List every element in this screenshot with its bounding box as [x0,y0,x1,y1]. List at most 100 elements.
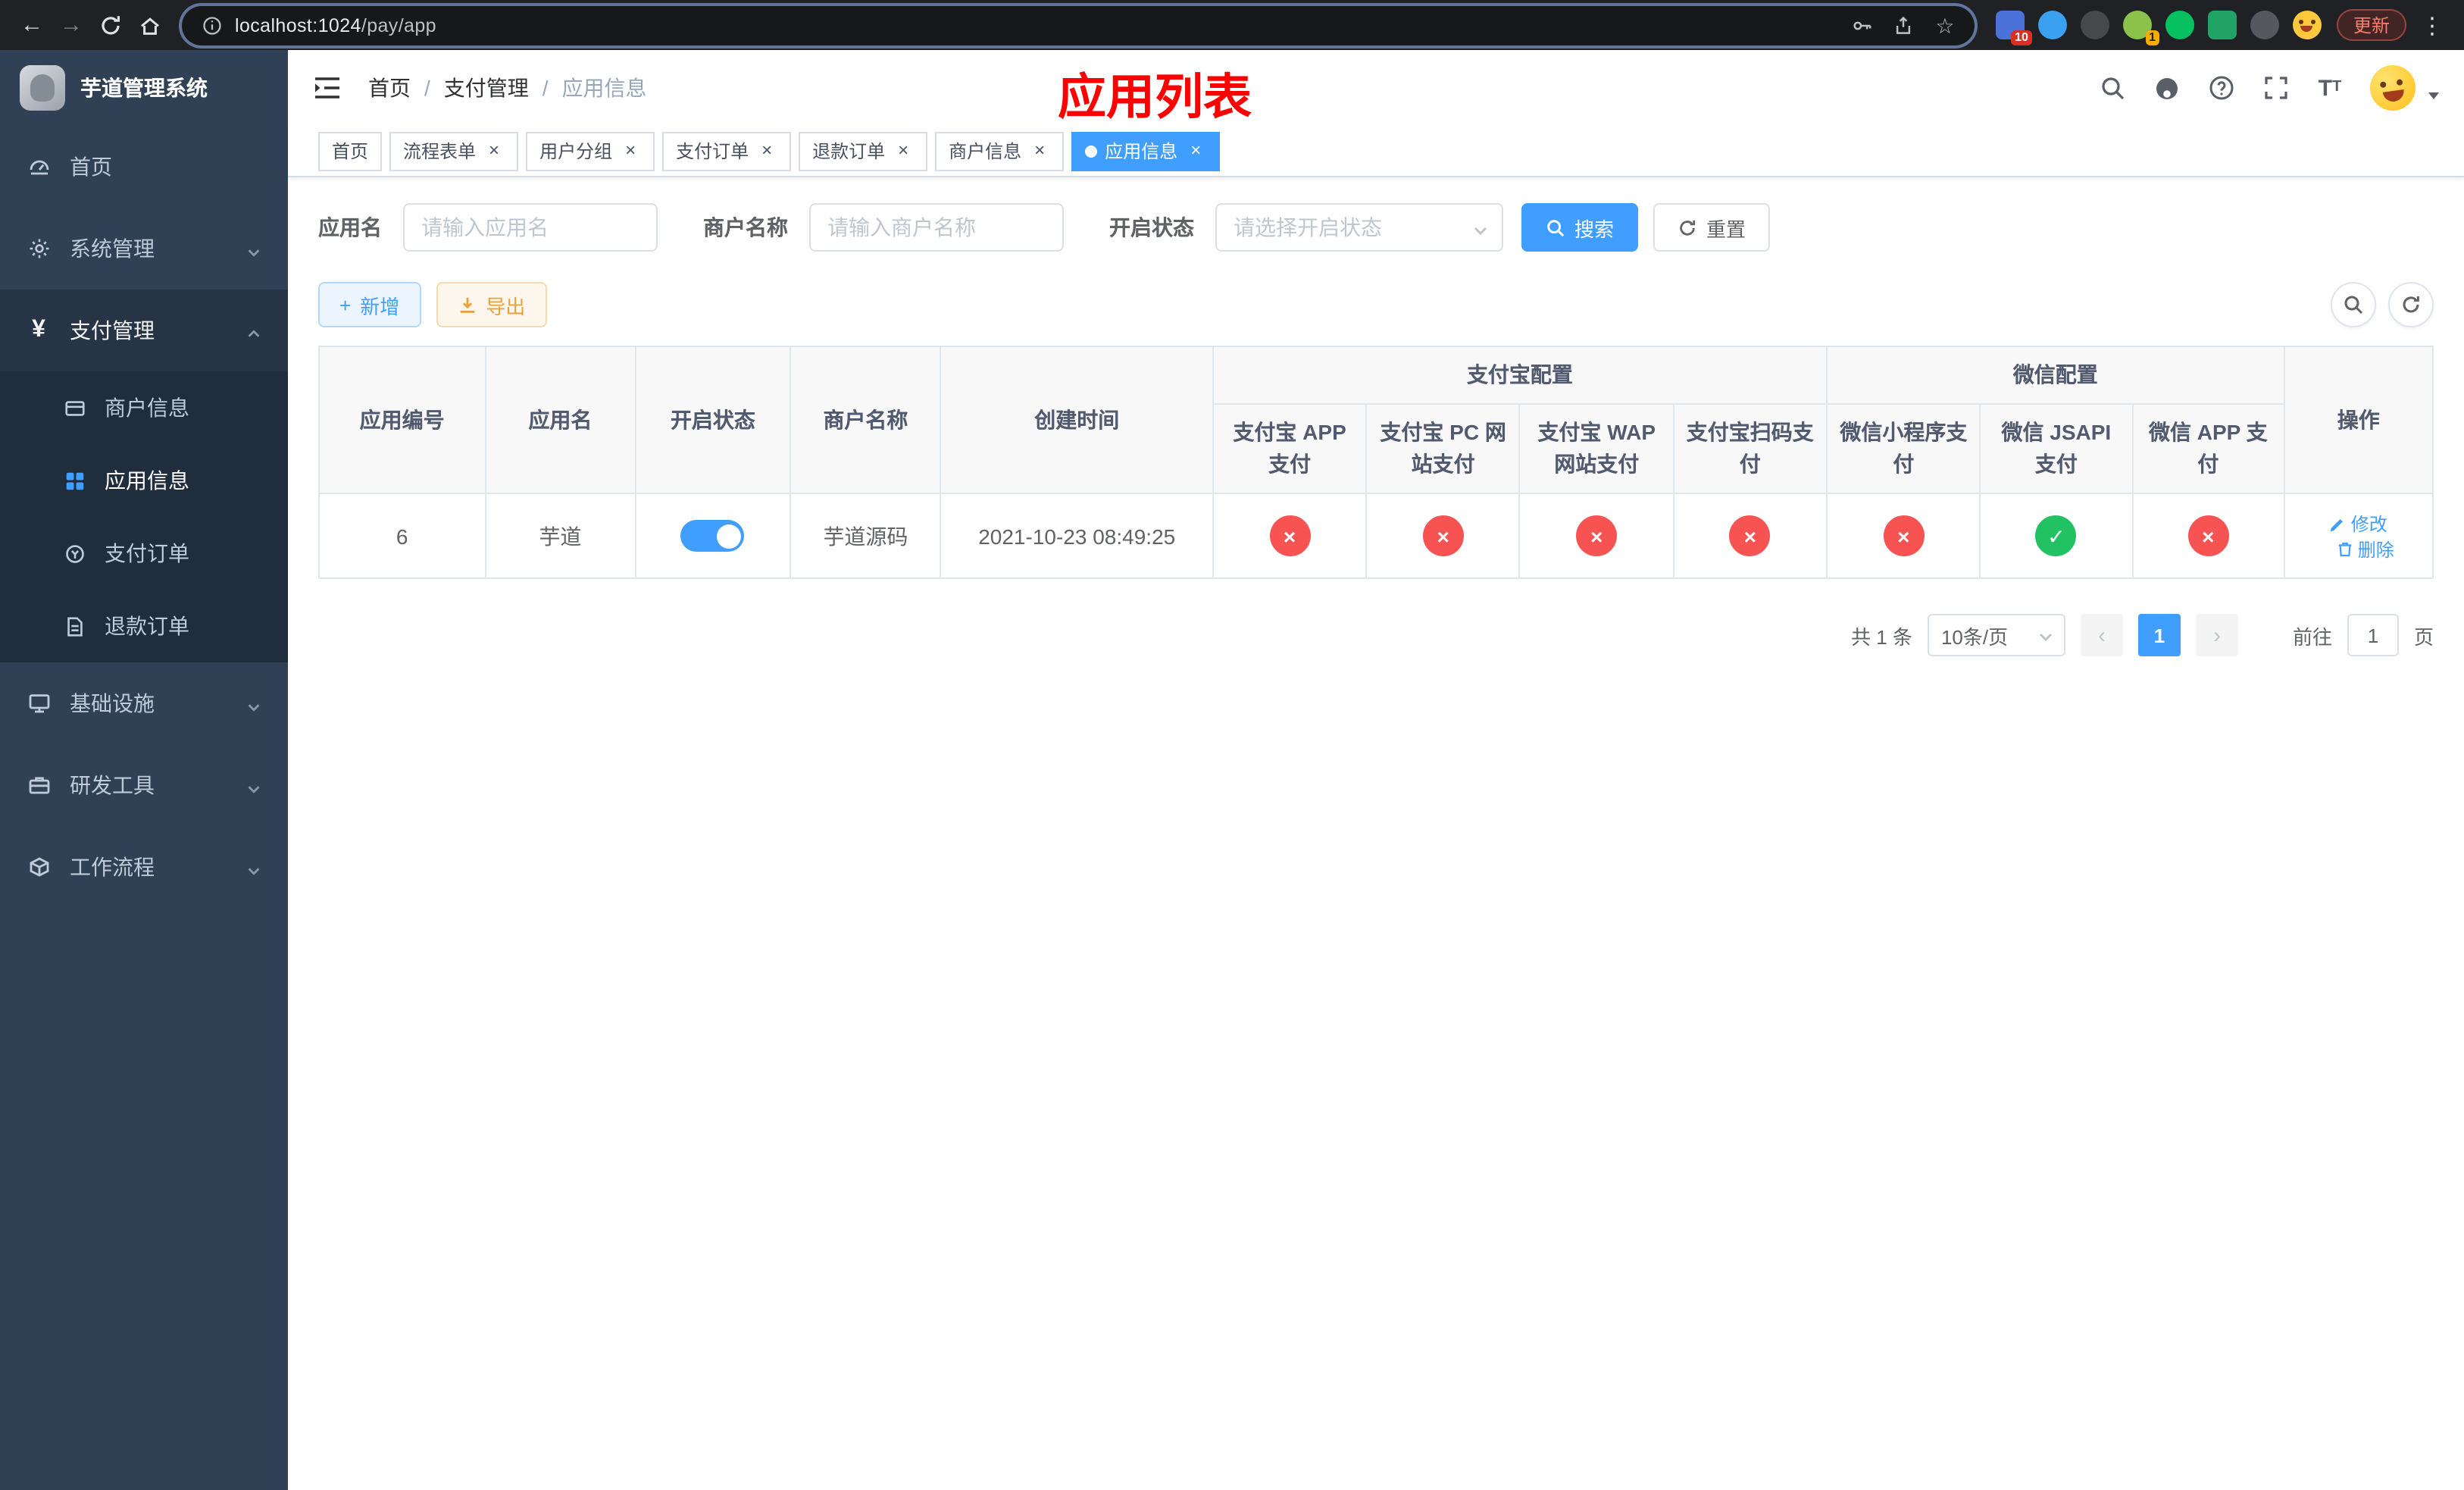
share-icon[interactable] [1893,14,1915,36]
sidebar-item-home[interactable]: 首页 [0,126,288,208]
merchant-name-label: 商户名称 [703,215,788,239]
extension-icon-emoji[interactable] [2292,11,2322,39]
gear-icon [26,236,52,261]
sidebar-item-infrastructure[interactable]: 基础设施 [0,662,288,744]
chevron-down-icon [245,240,262,257]
status-select[interactable]: 请选择开启状态 [1215,203,1503,252]
sidebar-item-label: 支付订单 [105,541,189,565]
sidebar-item-dev-tools[interactable]: 研发工具 [0,744,288,826]
sidebar-logo[interactable]: 芋道管理系统 [0,50,288,126]
breadcrumb-current: 应用信息 [561,76,647,100]
goto-label: 前往 [2292,625,2332,648]
back-icon[interactable]: ← [12,5,52,45]
merchant-name-input[interactable] [809,203,1064,252]
grid-icon [62,468,86,493]
download-icon [459,296,474,312]
extension-icon-pin[interactable] [2250,11,2279,39]
extension-icon-green-square[interactable] [2207,11,2237,39]
delete-link[interactable]: 删除 [2337,536,2394,562]
export-button[interactable]: 导出 [436,282,547,327]
next-page-button[interactable]: › [2195,614,2238,656]
tags-view: 首页 流程表单 × 用户分组 × 支付订单 × 退款订单 × 商户信息 × 应用信息 × [288,126,2464,177]
monitor-icon [26,690,52,716]
refresh-icon [2403,296,2419,313]
sidebar: 芋道管理系统 首页 系统管理 ¥ 支付管理 商户信息 应用信息 支付订单 退款订… [0,50,288,1490]
search-icon[interactable] [2097,74,2126,102]
page-number-button[interactable]: 1 [2137,614,2181,656]
close-icon[interactable]: × [1029,139,1050,161]
sidebar-item-label: 基础设施 [70,691,155,715]
update-button[interactable]: 更新 [2336,9,2406,41]
edit-link[interactable]: 修改 [2330,510,2387,536]
tab-flow-form[interactable]: 流程表单 × [389,131,519,171]
browser-toolbar: ← → localhost:1024/pay/app ☆ 10 1 更新 ⋮ [0,0,2464,50]
toggle-search-button[interactable] [2331,282,2376,327]
tab-user-group[interactable]: 用户分组 × [526,131,655,171]
user-avatar[interactable] [2367,62,2419,114]
goto-page-input[interactable] [2347,614,2399,656]
app-name-input[interactable] [403,203,658,252]
prev-page-button[interactable]: ‹ [2080,614,2123,656]
close-icon[interactable]: × [893,139,914,161]
alipay-app-status-icon: × [1269,515,1311,556]
close-icon[interactable]: × [620,139,641,161]
close-icon[interactable]: × [1185,139,1206,161]
sidebar-item-label: 研发工具 [70,773,155,797]
sidebar-item-system[interactable]: 系统管理 [0,208,288,290]
chevron-up-icon [245,322,262,339]
password-key-icon[interactable] [1852,14,1875,36]
breadcrumb-section[interactable]: 支付管理 [444,73,529,103]
pencil-icon [2331,518,2344,531]
sidebar-fold-icon[interactable] [311,71,344,105]
col-header-wx-jsapi: 微信 JSAPI 支付 [1979,403,2134,494]
browser-menu-icon[interactable]: ⋮ [2412,5,2452,45]
extension-icon-drop[interactable] [2037,11,2067,39]
extension-icon-leaf[interactable]: 1 [2122,11,2159,45]
github-icon[interactable] [2152,74,2181,102]
extension-icon-wechat[interactable] [2165,11,2194,39]
logo-avatar [20,65,65,111]
app-shell: 芋道管理系统 首页 系统管理 ¥ 支付管理 商户信息 应用信息 支付订单 退款订… [0,50,2464,1490]
fullscreen-icon[interactable] [2261,74,2290,102]
group-header-wechat: 微信配置 [1826,346,2285,405]
sidebar-item-merchant-info[interactable]: 商户信息 [0,371,288,444]
close-icon[interactable]: × [483,139,505,161]
sidebar-item-label: 工作流程 [70,855,155,879]
bookmark-star-icon[interactable]: ☆ [1934,14,1956,36]
close-icon[interactable]: × [756,139,777,161]
pagination: 共 1 条 10条/页 ‹ 1 › 前往 页 [318,614,2434,656]
tab-home[interactable]: 首页 [318,131,383,171]
site-info-icon[interactable] [200,14,223,36]
extension-icon-grid[interactable]: 10 [1995,11,2032,45]
sidebar-item-pay-order[interactable]: 支付订单 [0,517,288,590]
forward-icon[interactable]: → [52,5,91,45]
search-button[interactable]: 搜索 [1521,203,1639,252]
active-dot [1085,145,1098,157]
reset-button[interactable]: 重置 [1653,203,1771,252]
goto-unit: 页 [2413,625,2434,648]
font-size-icon[interactable]: TT [2315,74,2344,102]
status-toggle[interactable] [680,520,745,552]
col-header-app-name: 应用名 [484,346,636,494]
tab-pay-order[interactable]: 支付订单 × [662,131,792,171]
tab-refund-order[interactable]: 退款订单 × [799,131,928,171]
address-bar[interactable]: localhost:1024/pay/app ☆ [182,5,1975,45]
extension-icon-dark[interactable] [2080,11,2109,39]
tab-app-info[interactable]: 应用信息 × [1071,131,1221,171]
tab-merchant-info[interactable]: 商户信息 × [935,131,1065,171]
cell-app-name: 芋道 [484,493,636,579]
help-icon[interactable] [2206,74,2235,102]
sidebar-item-app-info[interactable]: 应用信息 [0,444,288,517]
sidebar-item-refund-order[interactable]: 退款订单 [0,590,288,662]
add-button[interactable]: + 新增 [318,282,421,327]
sidebar-item-payment[interactable]: ¥ 支付管理 [0,290,288,371]
reload-icon[interactable] [91,5,130,45]
user-dropdown-caret-icon[interactable] [2426,83,2441,99]
cell-merchant: 芋道源码 [790,493,942,579]
refresh-table-button[interactable] [2388,282,2434,327]
sidebar-item-workflow[interactable]: 工作流程 [0,826,288,908]
page-size-select[interactable]: 10条/页 [1927,614,2065,656]
breadcrumb-home[interactable]: 首页 [368,73,411,103]
col-header-alipay-qr: 支付宝扫码支付 [1672,403,1828,494]
home-icon[interactable] [130,5,170,45]
